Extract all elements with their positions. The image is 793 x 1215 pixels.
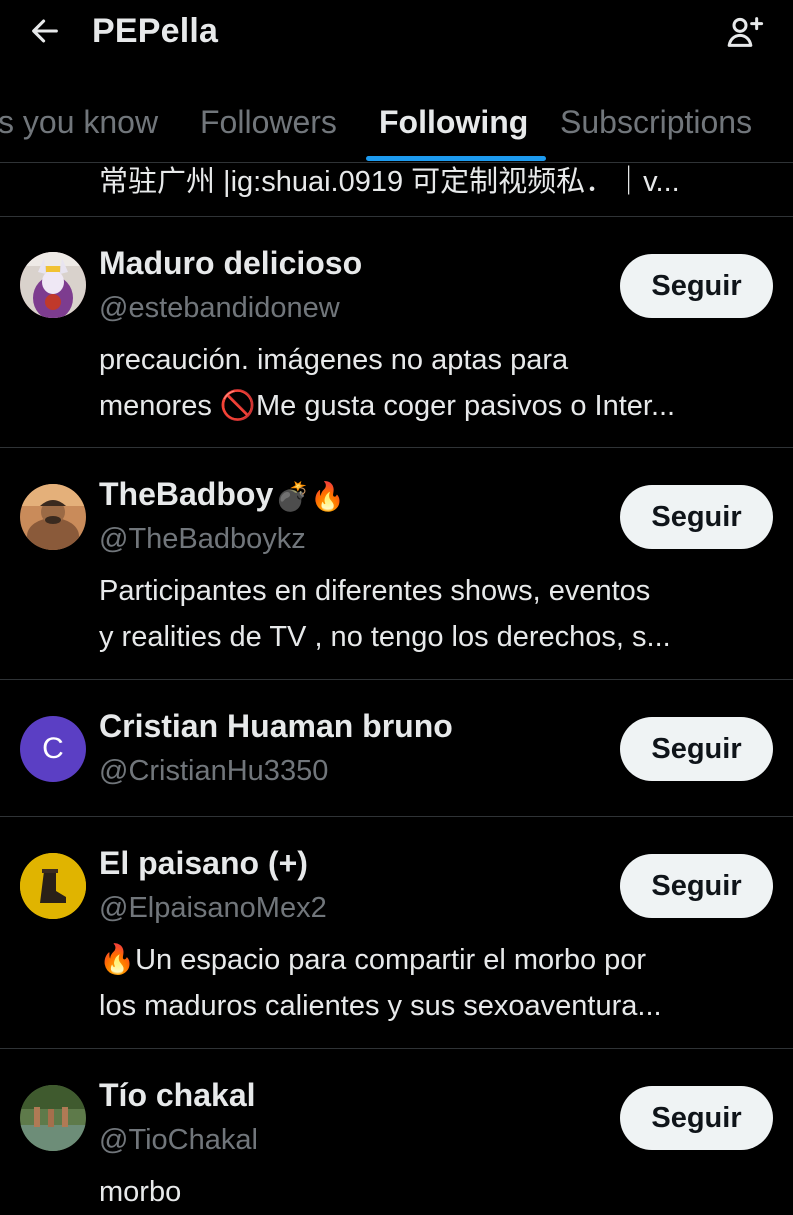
name-text: TheBadboy: [99, 476, 274, 512]
avatar[interactable]: [20, 252, 86, 318]
bomb-fire-emoji: 💣🔥: [275, 481, 345, 513]
tab-following[interactable]: Following: [379, 104, 528, 141]
tab-people-you-know[interactable]: s you know: [0, 104, 158, 141]
user-bio: precaución. imágenes no aptas para menor…: [99, 337, 779, 429]
follow-button[interactable]: Seguir: [620, 854, 773, 918]
user-display-name: El paisano (+): [99, 845, 308, 881]
previous-user-bio: 常驻广州 |ig:shuai.0919 可定制视频私．｜v...: [99, 166, 680, 198]
add-person-icon: [727, 17, 764, 47]
user-row[interactable]: TheBadboy💣🔥 @TheBadboykz Participantes e…: [0, 448, 793, 679]
fire-emoji: 🔥: [99, 944, 136, 976]
avatar[interactable]: [20, 1085, 86, 1151]
follow-button[interactable]: Seguir: [620, 485, 773, 549]
user-display-name: Tío chakal: [99, 1077, 256, 1113]
top-bar: PEPella: [0, 0, 793, 70]
bio-line: Participantes en diferentes shows, event…: [99, 575, 651, 607]
user-handle: @CristianHu3350: [99, 755, 329, 787]
avatar[interactable]: C: [20, 716, 86, 782]
avatar[interactable]: [20, 484, 86, 550]
user-display-name: TheBadboy💣🔥: [99, 476, 345, 513]
bio-line: 🔥Un espacio para compartir el morbo por: [99, 937, 774, 983]
user-handle: @TheBadboykz: [99, 523, 306, 555]
tab-subscriptions[interactable]: Subscriptions: [560, 104, 752, 141]
user-handle: @estebandidonew: [99, 292, 340, 324]
user-display-name: Maduro delicioso: [99, 245, 363, 281]
user-row[interactable]: El paisano (+) @ElpaisanoMex2 🔥Un espaci…: [0, 817, 793, 1048]
user-row[interactable]: C Cristian Huaman bruno @CristianHu3350 …: [0, 680, 793, 816]
user-display-name: Cristian Huaman bruno: [99, 708, 453, 744]
bio-line: menores 🚫Me gusta coger pasivos o Inter.…: [99, 383, 774, 429]
user-row[interactable]: Tío chakal @TioChakal morbo Seguir: [0, 1049, 793, 1208]
user-handle: @ElpaisanoMex2: [99, 892, 327, 924]
avatar[interactable]: [20, 853, 86, 919]
tab-followers[interactable]: Followers: [200, 104, 337, 141]
bio-line: precaución. imágenes no aptas para: [99, 344, 569, 376]
user-bio: Participantes en diferentes shows, event…: [99, 568, 779, 660]
tab-bar: s you know Followers Following Subscript…: [0, 88, 793, 163]
bio-line: los maduros calientes y sus sexoaventura…: [99, 990, 662, 1022]
user-bio: morbo: [99, 1169, 779, 1215]
follow-button[interactable]: Seguir: [620, 1086, 773, 1150]
user-row[interactable]: Maduro delicioso @estebandidonew precauc…: [0, 217, 793, 447]
bio-text: Me gusta coger pasivos o Inter...: [256, 390, 676, 422]
add-person-button[interactable]: [725, 12, 769, 56]
prohibited-emoji: 🚫: [219, 390, 256, 422]
bio-line: y realities de TV , no tengo los derecho…: [99, 621, 671, 653]
bio-text: menores: [99, 390, 220, 422]
user-bio: 🔥Un espacio para compartir el morbo por …: [99, 937, 779, 1029]
bio-text: Un espacio para compartir el morbo por: [135, 944, 647, 976]
follow-button[interactable]: Seguir: [620, 717, 773, 781]
back-button[interactable]: [28, 14, 68, 54]
follow-button[interactable]: Seguir: [620, 254, 773, 318]
profile-title: PEPella: [92, 12, 219, 50]
bio-line: morbo: [99, 1176, 182, 1208]
arrow-left-icon: [32, 19, 58, 43]
user-handle: @TioChakal: [99, 1124, 258, 1156]
avatar-letter: C: [42, 732, 64, 765]
